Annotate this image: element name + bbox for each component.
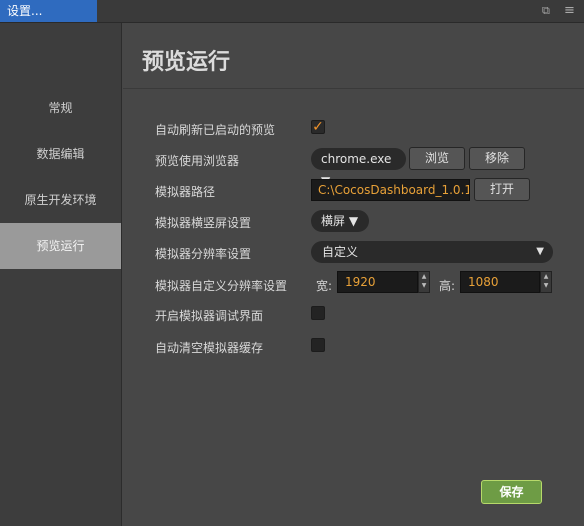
resolution-select[interactable]: 自定义 ▼	[311, 241, 553, 263]
open-button[interactable]: 打开	[474, 178, 530, 201]
browser-select[interactable]: chrome.exe ▼	[311, 148, 406, 188]
height-input[interactable]: 1080	[460, 271, 540, 293]
browser-label: 预览使用浏览器	[155, 154, 240, 168]
page-title: 预览运行	[142, 50, 231, 75]
sidebar-item-general[interactable]: 常规	[0, 85, 121, 131]
debug-ui-label: 开启模拟器调试界面	[155, 309, 264, 323]
orientation-label: 模拟器横竖屏设置	[155, 216, 252, 230]
checkmark-icon: ✓	[312, 119, 324, 135]
height-label: 高:	[439, 279, 456, 293]
title-divider	[123, 88, 584, 89]
hamburger-menu-icon[interactable]: ≡	[564, 0, 575, 22]
window-restore-icon[interactable]: ⧉	[542, 0, 550, 22]
clear-cache-label: 自动清空模拟器缓存	[155, 341, 264, 355]
debug-ui-checkbox[interactable]	[311, 306, 325, 320]
orientation-select[interactable]: 横屏 ▼	[311, 210, 369, 232]
resolution-value: 自定义	[322, 245, 359, 259]
sidebar: 常规 数据编辑 原生开发环境 预览运行	[0, 23, 122, 526]
sidebar-item-preview-run[interactable]: 预览运行	[0, 223, 121, 269]
resolution-label: 模拟器分辨率设置	[155, 247, 252, 261]
sidebar-item-data-editing[interactable]: 数据编辑	[0, 131, 121, 177]
simulator-path-input[interactable]: C:\CocosDashboard_1.0.11	[311, 179, 470, 201]
width-label: 宽:	[316, 279, 333, 293]
custom-resolution-label: 模拟器自定义分辨率设置	[155, 279, 288, 293]
title-bar: 设置... ⧉ ≡	[0, 0, 584, 23]
sidebar-item-native-env[interactable]: 原生开发环境	[0, 177, 121, 223]
clear-cache-checkbox[interactable]	[311, 338, 325, 352]
width-input[interactable]: 1920	[337, 271, 418, 293]
save-button[interactable]: 保存	[481, 480, 542, 504]
height-stepper[interactable]: ▲ ▼	[540, 271, 552, 293]
chevron-down-icon: ▼	[536, 246, 544, 257]
browse-button[interactable]: 浏览	[409, 147, 465, 170]
simulator-path-label: 模拟器路径	[155, 185, 216, 199]
width-stepper[interactable]: ▲ ▼	[418, 271, 430, 293]
window-title-tab[interactable]: 设置...	[0, 0, 97, 22]
remove-button[interactable]: 移除	[469, 147, 525, 170]
auto-refresh-checkbox[interactable]: ✓	[311, 120, 325, 134]
auto-refresh-label: 自动刷新已启动的预览	[155, 123, 276, 137]
